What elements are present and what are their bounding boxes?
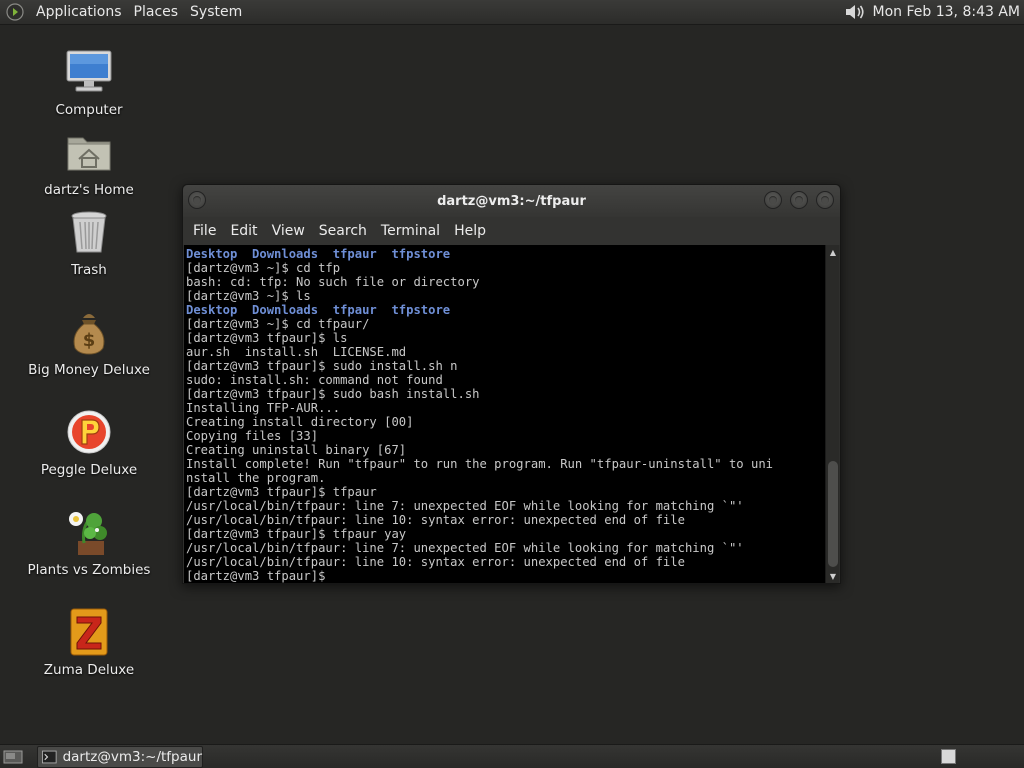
menu-help[interactable]: Help [447, 223, 493, 239]
terminal-line: [dartz@vm3 ~]$ cd tfpaur/ [186, 317, 370, 331]
terminal-line: [dartz@vm3 tfpaur]$ sudo bash install.sh [186, 387, 480, 401]
plants-icon [63, 506, 115, 558]
scrollbar-thumb[interactable] [828, 461, 838, 567]
window-titlebar[interactable]: dartz@vm3:~/tfpaur [183, 185, 840, 217]
terminal-line: Installing TFP-AUR... [186, 401, 341, 415]
trash-icon [63, 206, 115, 258]
desktop-icon-big-money[interactable]: $ Big Money Deluxe [14, 306, 164, 378]
terminal-window[interactable]: dartz@vm3:~/tfpaur File Edit View Search… [182, 184, 841, 584]
system-menu[interactable]: System [184, 4, 248, 20]
zuma-icon [63, 606, 115, 658]
window-title: dartz@vm3:~/tfpaur [437, 193, 586, 209]
workspace-switcher[interactable] [941, 749, 956, 764]
menu-file[interactable]: File [186, 223, 223, 239]
clock[interactable]: Mon Feb 13, 8:43 AM [873, 4, 1020, 20]
computer-icon [63, 46, 115, 98]
terminal-line: [dartz@vm3 tfpaur]$ sudo install.sh n [186, 359, 458, 373]
terminal-line: [dartz@vm3 tfpaur]$ ls [186, 331, 348, 345]
places-menu[interactable]: Places [128, 4, 185, 20]
terminal-line: /usr/local/bin/tfpaur: line 7: unexpecte… [186, 541, 744, 555]
terminal-line: [dartz@vm3 tfpaur]$ tfpaur [186, 485, 377, 499]
terminal-line: [dartz@vm3 tfpaur]$ tfpaur yay [186, 527, 407, 541]
desktop-icon-zuma[interactable]: Zuma Deluxe [14, 606, 164, 678]
desktop-icon-computer[interactable]: Computer [14, 46, 164, 118]
maximize-button[interactable] [790, 191, 808, 209]
desktop-icon-label: Trash [71, 262, 107, 278]
bottom-panel: dartz@vm3:~/tfpaur [0, 744, 1024, 768]
terminal-line: Install complete! Run "tfpaur" to run th… [186, 457, 773, 471]
applications-menu[interactable]: Applications [30, 4, 128, 20]
terminal-line: /usr/local/bin/tfpaur: line 10: syntax e… [186, 555, 685, 569]
terminal-line: /usr/local/bin/tfpaur: line 10: syntax e… [186, 513, 685, 527]
menu-view[interactable]: View [265, 223, 312, 239]
terminal-line: Desktop Downloads tfpaur tfpstore [186, 303, 451, 317]
peggle-icon [63, 406, 115, 458]
speaker-icon[interactable] [843, 1, 867, 23]
svg-text:$: $ [83, 330, 96, 351]
taskbar-terminal-button[interactable]: dartz@vm3:~/tfpaur [37, 745, 203, 768]
terminal-line: aur.sh install.sh LICENSE.md [186, 345, 407, 359]
gnome-foot-icon[interactable] [6, 3, 24, 21]
desktop-icon-label: Computer [55, 102, 123, 118]
scroll-up-arrow-icon[interactable]: ▲ [826, 245, 840, 259]
menu-terminal[interactable]: Terminal [374, 223, 447, 239]
taskbar-button-label: dartz@vm3:~/tfpaur [62, 748, 202, 765]
desktop-icon-peggle[interactable]: Peggle Deluxe [14, 406, 164, 478]
terminal-menubar: File Edit View Search Terminal Help [183, 217, 840, 245]
terminal-line: [dartz@vm3 ~]$ cd tfp [186, 261, 341, 275]
desktop-icon-plants-vs-zombies[interactable]: Plants vs Zombies [14, 506, 164, 578]
terminal-line: nstall the program. [186, 471, 326, 485]
terminal-line: /usr/local/bin/tfpaur: line 7: unexpecte… [186, 499, 744, 513]
desktop-icon-label: Peggle Deluxe [40, 462, 138, 478]
menu-edit[interactable]: Edit [223, 223, 264, 239]
home-folder-icon [63, 126, 115, 178]
minimize-button[interactable] [764, 191, 782, 209]
terminal-line: [dartz@vm3 tfpaur]$ [186, 569, 333, 583]
terminal-line: sudo: install.sh: command not found [186, 373, 443, 387]
scroll-down-arrow-icon[interactable]: ▼ [826, 569, 840, 583]
show-desktop-icon[interactable] [3, 749, 23, 765]
top-panel: Applications Places System Mon Feb 13, 8… [0, 0, 1024, 25]
desktop-icon-label: Big Money Deluxe [28, 362, 150, 378]
terminal-line: Creating install directory [00] [186, 415, 414, 429]
desktop-icon-label: dartz's Home [44, 182, 134, 198]
terminal-output[interactable]: Desktop Downloads tfpaur tfpstore [dartz@… [184, 245, 825, 583]
money-bag-icon: $ [63, 306, 115, 358]
window-menu-button[interactable] [188, 191, 206, 209]
terminal-line: Creating uninstall binary [67] [186, 443, 407, 457]
desktop-icon-trash[interactable]: Trash [14, 206, 164, 278]
close-button[interactable] [816, 191, 834, 209]
panel-tray: Mon Feb 13, 8:43 AM [843, 1, 1024, 23]
terminal-line: Desktop Downloads tfpaur tfpstore [186, 247, 451, 261]
desktop-icon-home[interactable]: dartz's Home [14, 126, 164, 198]
desktop-icon-label: Zuma Deluxe [43, 662, 135, 678]
menu-search[interactable]: Search [312, 223, 374, 239]
terminal-scrollbar[interactable]: ▲ ▼ [825, 245, 839, 583]
terminal-icon [42, 750, 57, 763]
desktop-icon-label: Plants vs Zombies [27, 562, 151, 578]
terminal-line: [dartz@vm3 ~]$ ls [186, 289, 311, 303]
terminal-line: Copying files [33] [186, 429, 319, 443]
terminal-line: bash: cd: tfp: No such file or directory [186, 275, 480, 289]
